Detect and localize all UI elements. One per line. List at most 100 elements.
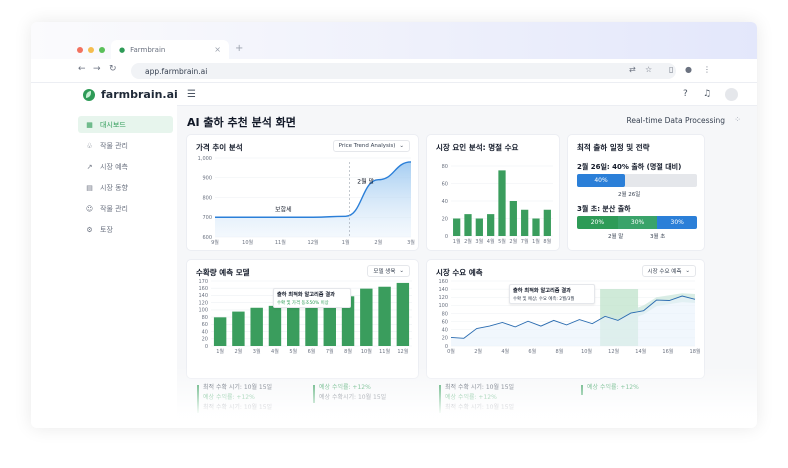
bar xyxy=(487,214,495,236)
sidebar-item-market[interactable]: ▤ 시장 동향 xyxy=(78,179,173,196)
sidebar-item-settings[interactable]: ⚙ 토장 xyxy=(78,221,173,238)
sidepanel-icon[interactable]: ▯ xyxy=(669,65,673,74)
price-area xyxy=(215,161,411,237)
yield-model-card: 수확량 예측 모델 모델 생육 ⌄ 170 160 140 120 100 80 60 40 2… xyxy=(186,259,419,379)
flat-annotation: 보합세 xyxy=(275,205,292,213)
x-tick-label: 3월 xyxy=(253,348,261,355)
info-accent-bar xyxy=(581,385,583,395)
info-accent-bar xyxy=(313,385,315,403)
x-tick-label: 2월 xyxy=(509,238,517,245)
y-tick-label: 60 xyxy=(202,322,208,328)
close-tab-icon[interactable]: × xyxy=(214,45,221,54)
card-title: 최적 출하 일정 및 전략 xyxy=(577,143,650,152)
x-tick-label: 3월 xyxy=(475,238,483,245)
browser-menu-icon[interactable]: ⋮ xyxy=(703,65,711,74)
x-tick-label: 2월 xyxy=(374,239,382,246)
url-field[interactable]: app.farmbrain.ai xyxy=(131,63,676,79)
bar xyxy=(360,288,373,346)
x-tick-label: 2월 xyxy=(474,348,482,355)
x-tick-label: 5월 xyxy=(498,238,506,245)
y-tick-label: 160 xyxy=(198,286,208,292)
bar xyxy=(464,214,472,236)
info-line: 최적 수확 시기: 10월 15일 xyxy=(203,404,273,411)
demand-info-right: 예상 수익률: +12% xyxy=(587,383,639,393)
x-tick-label: 14월 xyxy=(635,348,646,355)
yield-tooltip: 출하 최적화 알고리즘 결과 수확 및 가격 동조50% 이상 xyxy=(273,288,351,308)
y-tick-label: 20 xyxy=(202,337,208,343)
demand-forecast-chart: 1601401201008060402000월 2월 4월 6월 8월 10월 12월 14월… xyxy=(438,279,700,355)
x-tick-label: 1월 xyxy=(453,238,461,245)
x-tick-label: 5월 xyxy=(289,348,297,355)
main-content: ☰ ? ♫ AI 출하 추천 분석 화면 Real-time Data Proc… xyxy=(177,84,757,428)
sidebar-item-dashboard[interactable]: ▦ 대시보드 xyxy=(78,116,173,133)
schedule-row-2-caption-b: 3월 초 xyxy=(650,234,666,240)
forward-icon[interactable]: → xyxy=(93,64,101,74)
minimize-window-button[interactable] xyxy=(88,47,94,53)
close-window-button[interactable] xyxy=(77,47,83,53)
schedule-row-1-bar: 40% xyxy=(577,174,625,187)
bar xyxy=(498,170,506,236)
sidebar-item-label: 작물 관리 xyxy=(100,141,128,150)
x-tick-label: 1월 xyxy=(342,239,350,246)
bar xyxy=(453,218,461,236)
realtime-status: Real-time Data Processing xyxy=(626,116,725,125)
x-tick-label: 8월 xyxy=(556,348,564,355)
x-tick-label: 8월 xyxy=(543,238,551,245)
y-tick-label: 0 xyxy=(445,234,448,240)
menu-icon[interactable]: ☰ xyxy=(187,89,196,100)
bar xyxy=(305,307,318,346)
info-line: 최적 수확 시기: 10월 15일 xyxy=(445,384,515,391)
profile-icon[interactable]: ● xyxy=(685,65,692,74)
brand-logo[interactable]: farmbrain.ai xyxy=(83,88,178,101)
schedule-row-1-caption: 2월 26일 xyxy=(618,192,641,198)
sidebar-item-crop[interactable]: ♧ 작물 관리 xyxy=(78,137,173,154)
browser-window: ● Farmbrain × + ← → ↻ app.farmbrain.ai ⇄… xyxy=(31,22,757,428)
bookmark-star-icon[interactable]: ☆ xyxy=(645,65,652,74)
y-tick-label: 0 xyxy=(205,344,208,350)
x-tick-label: 2월 xyxy=(235,348,243,355)
x-tick-label: 4월 xyxy=(271,348,279,355)
sidebar-item-label: 시장 동향 xyxy=(100,183,128,192)
sidebar-item-forecast[interactable]: ↗ 시장 예측 xyxy=(78,158,173,175)
translate-icon[interactable]: ⇄ xyxy=(629,65,636,74)
bell-icon[interactable]: ♫ xyxy=(703,89,711,99)
demand-info-left: 최적 수확 시기: 10월 15일 예상 수익률: +12% 최적 수확 시기:… xyxy=(445,383,514,413)
bar xyxy=(543,209,551,236)
tooltip-body: 수확 및 가격 동조50% 이상 xyxy=(277,301,329,306)
x-tick-label: 0월 xyxy=(447,348,455,355)
sidebar-item-crop-2[interactable]: ☺ 작물 관리 xyxy=(78,200,173,217)
y-tick-label: 140 xyxy=(438,287,448,293)
x-tick-label: 6월 xyxy=(308,348,316,355)
window-controls xyxy=(77,47,105,53)
x-tick-label: 10월 xyxy=(361,348,372,355)
bar xyxy=(509,201,517,236)
y-tick-label: 60 xyxy=(442,181,448,187)
chart-icon: ▤ xyxy=(86,183,93,192)
browser-tab[interactable]: ● Farmbrain × xyxy=(111,40,229,59)
back-icon[interactable]: ← xyxy=(78,64,86,74)
bar xyxy=(213,317,227,346)
info-line: 최적 수확 시기: 10월 15일 xyxy=(445,404,515,411)
x-tick-label: 12월 xyxy=(308,239,319,246)
bar xyxy=(323,305,336,346)
yield-model-chart: 170160140120 100806040 200 1월 2월 3월 4월 5월 6월 7월 8월… xyxy=(198,279,412,355)
trend-icon: ↗ xyxy=(86,162,93,171)
schedule-row-2-caption-a: 2월 말 xyxy=(608,234,624,240)
maximize-window-button[interactable] xyxy=(99,47,105,53)
avatar[interactable] xyxy=(725,88,738,101)
yield-info-left: 최적 수확 시기: 10월 15일 예상 수익률: +12% 최적 수확 시기:… xyxy=(203,383,272,413)
bar xyxy=(396,282,410,346)
help-icon[interactable]: ? xyxy=(683,89,688,99)
bar xyxy=(268,305,282,346)
schedule-row-1-track: 40% xyxy=(577,174,697,187)
new-tab-icon[interactable]: + xyxy=(235,43,243,54)
plant-icon: ♧ xyxy=(86,141,93,150)
x-tick-label: 11월 xyxy=(275,239,286,246)
y-tick-label: 20 xyxy=(442,336,448,342)
url-text: app.farmbrain.ai xyxy=(145,66,208,76)
reload-icon[interactable]: ↻ xyxy=(109,64,117,74)
y-tick-label: 80 xyxy=(442,164,448,170)
bar xyxy=(378,286,391,346)
bar xyxy=(475,218,483,236)
x-tick-label: 11월 xyxy=(379,348,390,355)
